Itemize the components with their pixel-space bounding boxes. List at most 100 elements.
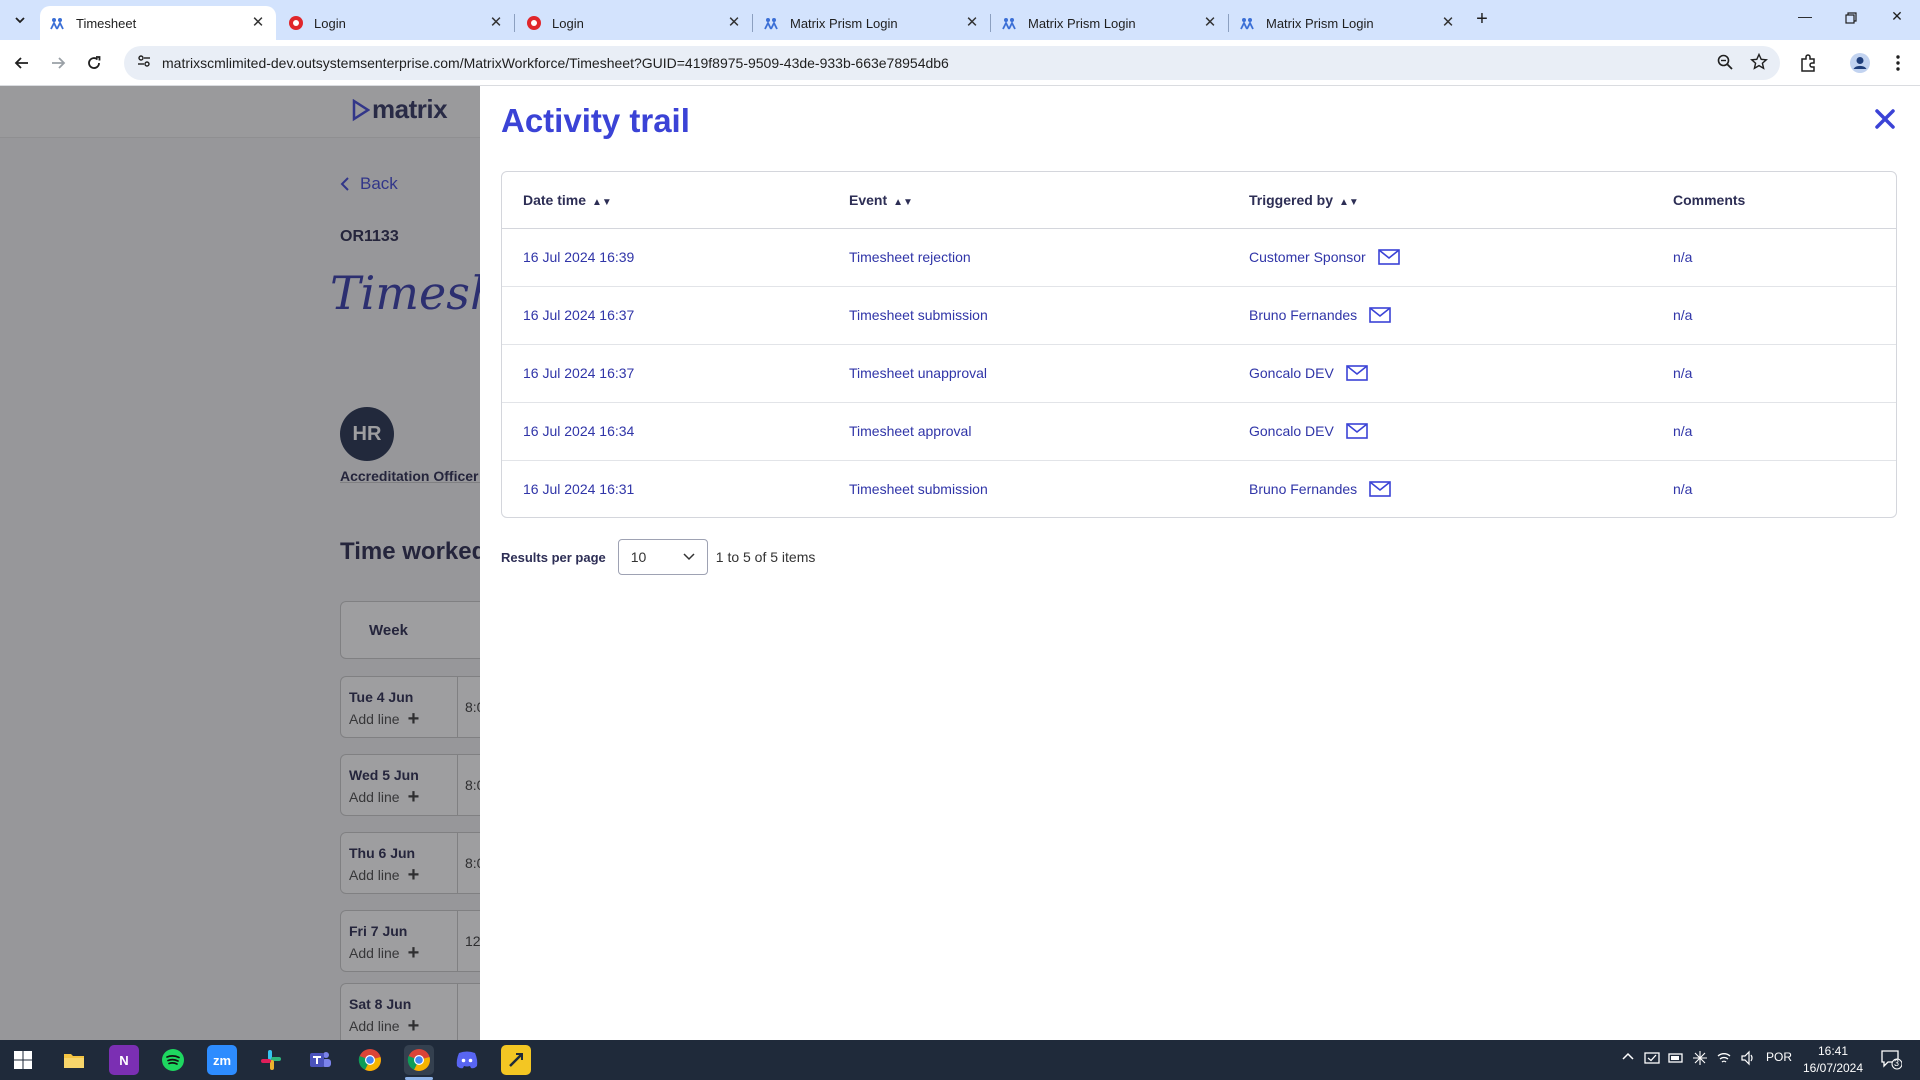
tab-close-icon[interactable]: ✕ [1202, 15, 1218, 31]
tab-close-icon[interactable]: ✕ [726, 15, 742, 31]
site-settings-icon[interactable] [136, 53, 152, 74]
pagination: Results per page 10 1 to 5 of 5 items [501, 539, 815, 575]
close-drawer-button[interactable] [1870, 104, 1900, 134]
bookmark-star-icon[interactable] [1750, 52, 1768, 76]
sort-icon[interactable]: ▲▼ [1339, 197, 1359, 208]
column-header-triggered-by[interactable]: Triggered by ▲▼ [1228, 172, 1652, 229]
tray-expand-icon[interactable] [1622, 1050, 1634, 1064]
cell-event: Timesheet submission [828, 286, 1228, 345]
tab-label: Matrix Prism Login [790, 15, 898, 31]
envelope-icon[interactable] [1346, 423, 1368, 439]
window-close-icon[interactable]: ✕ [1874, 8, 1920, 32]
cell-event: Timesheet approval [828, 402, 1228, 461]
envelope-icon[interactable] [1369, 481, 1391, 498]
battery-icon[interactable] [1668, 1050, 1684, 1069]
cell-event: Timesheet submission [849, 481, 988, 498]
security-icon[interactable] [1644, 1050, 1660, 1069]
wifi-icon[interactable] [1716, 1050, 1732, 1069]
sort-icon[interactable]: ▲▼ [893, 197, 913, 208]
cell-date-time: 16 Jul 2024 16:31 [523, 481, 635, 498]
slack-icon[interactable] [256, 1045, 286, 1075]
file-explorer-icon[interactable] [59, 1045, 89, 1075]
cell-event: Timesheet rejection [828, 228, 1228, 287]
table-row: 16 Jul 2024 16:39 Timesheet rejection Cu… [502, 228, 1896, 287]
notification-count: 3 [1894, 1058, 1900, 1068]
tab-close-icon[interactable]: ✕ [964, 15, 980, 31]
tab-label: Matrix Prism Login [1028, 15, 1136, 31]
zoom-icon[interactable]: zm [207, 1045, 237, 1075]
cell-event: Timesheet unapproval [828, 344, 1228, 403]
red-circle-icon [288, 15, 304, 31]
forward-arrow-icon[interactable] [44, 49, 72, 77]
cell-triggered-by: Bruno Fernandes [1228, 286, 1652, 345]
tab-separator [1228, 14, 1229, 32]
tab-separator [990, 14, 991, 32]
sticky-app-icon[interactable] [501, 1045, 531, 1075]
onenote-icon[interactable]: N [109, 1045, 139, 1075]
chrome-icon[interactable] [355, 1045, 385, 1075]
teams-icon[interactable] [305, 1045, 335, 1075]
browser-tab-timesheet[interactable]: Timesheet ✕ [40, 6, 276, 40]
browser-tab-prism-login-1[interactable]: Matrix Prism Login ✕ [754, 6, 990, 40]
envelope-icon[interactable] [1377, 249, 1400, 265]
zoom-magnifier-icon[interactable] [1716, 53, 1734, 76]
cell-date-time: 16 Jul 2024 16:34 [502, 402, 828, 461]
cell-date-time: 16 Jul 2024 16:39 [502, 228, 828, 287]
drawer-title: Activity trail [501, 102, 690, 139]
spotify-icon[interactable] [158, 1045, 188, 1075]
tab-label: Login [314, 15, 346, 31]
windows-start-icon[interactable] [8, 1045, 38, 1075]
clock-time: 16:41 [1817, 1044, 1849, 1058]
profile-avatar-icon[interactable] [1848, 51, 1872, 75]
results-per-page-select[interactable]: 10 [617, 539, 708, 575]
envelope-icon[interactable] [1346, 365, 1368, 381]
tab-search-dropdown-icon[interactable] [8, 8, 32, 32]
cell-comments: n/a [1652, 228, 1896, 287]
tab-separator [514, 14, 515, 32]
system-clock[interactable]: 16:41 16/07/2024 [1794, 1043, 1872, 1077]
browser-tab-login-1[interactable]: Login ✕ [278, 6, 514, 40]
activity-table: Date time ▲▼ Event ▲▼ Triggered by ▲▼ Comme… [501, 171, 1897, 518]
envelope-icon[interactable] [1369, 307, 1391, 323]
results-per-page-label: Results per page [501, 549, 606, 565]
activity-trail-drawer: Activity trail Date time ▲▼ Event ▲▼ Trigg… [480, 86, 1920, 1040]
cell-triggered-by: Goncalo DEV [1228, 344, 1652, 403]
column-header-date-time[interactable]: Date time ▲▼ [502, 172, 828, 229]
cell-comments: n/a [1652, 402, 1896, 461]
network-settings-icon[interactable] [1692, 1050, 1708, 1069]
browser-tab-prism-login-3[interactable]: Matrix Prism Login ✕ [1230, 6, 1466, 40]
tab-close-icon[interactable]: ✕ [250, 15, 266, 31]
matrix-logo-icon [1240, 15, 1256, 31]
chrome-profile-icon[interactable] [404, 1045, 434, 1075]
back-arrow-icon[interactable] [8, 49, 36, 77]
minimize-icon[interactable]: — [1782, 8, 1828, 32]
browser-toolbar: matrixscmlimited-dev.outsystemsenterpris… [0, 40, 1920, 86]
table-row: 16 Jul 2024 16:34 Timesheet approval Gon… [502, 402, 1896, 461]
browser-tab-login-2[interactable]: Login ✕ [516, 6, 752, 40]
browser-menu-icon[interactable] [1886, 51, 1910, 75]
column-header-event[interactable]: Event ▲▼ [828, 172, 1228, 229]
tab-close-icon[interactable]: ✕ [1440, 15, 1456, 31]
discord-icon[interactable] [452, 1045, 482, 1075]
tab-close-icon[interactable]: ✕ [488, 15, 504, 31]
url-text: matrixscmlimited-dev.outsystemsenterpris… [162, 55, 949, 71]
cell-comments: n/a [1652, 286, 1896, 345]
restore-icon[interactable] [1828, 8, 1874, 32]
close-icon [1875, 109, 1895, 129]
reload-icon[interactable] [80, 49, 108, 77]
extensions-puzzle-icon[interactable] [1796, 51, 1820, 75]
matrix-logo-icon [1002, 15, 1018, 31]
volume-icon[interactable] [1740, 1050, 1756, 1069]
sort-icon[interactable]: ▲▼ [592, 197, 612, 208]
table-row: 16 Jul 2024 16:31 Timesheet submission B… [502, 460, 1896, 517]
browser-tab-prism-login-2[interactable]: Matrix Prism Login ✕ [992, 6, 1228, 40]
language-indicator[interactable]: POR [1766, 1050, 1792, 1064]
cell-triggered-by: Customer Sponsor [1228, 228, 1652, 287]
new-tab-icon[interactable]: + [1470, 8, 1494, 32]
clock-date: 16/07/2024 [1802, 1061, 1864, 1075]
red-circle-icon [526, 15, 542, 31]
selected-value: 10 [630, 549, 647, 565]
cell-comments: n/a [1652, 344, 1896, 403]
notifications-icon[interactable]: 3 [1880, 1048, 1903, 1073]
address-bar[interactable]: matrixscmlimited-dev.outsystemsenterpris… [124, 46, 1780, 80]
